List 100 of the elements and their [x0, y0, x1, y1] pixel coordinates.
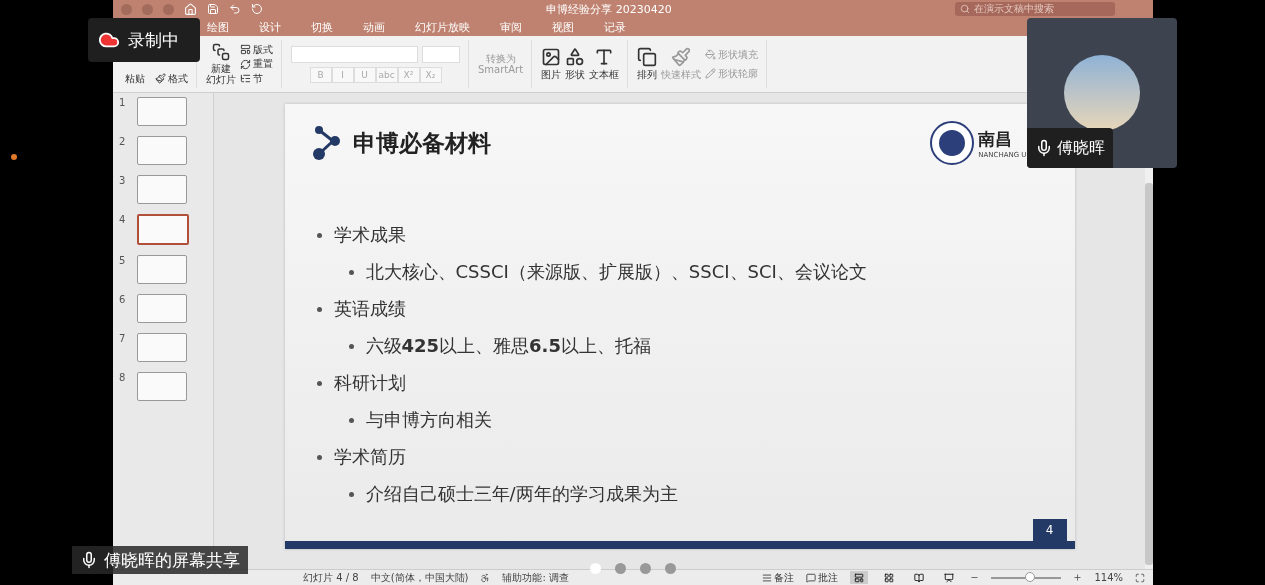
- font-name-field[interactable]: [291, 45, 418, 63]
- recording-label: 录制中: [128, 28, 179, 52]
- slide-number: 3: [119, 175, 127, 186]
- bullet-icon: [348, 491, 354, 497]
- minimize-window-button[interactable]: [142, 3, 153, 15]
- layout-button[interactable]: 版式: [240, 43, 273, 56]
- ribbon-tab[interactable]: 动画: [361, 19, 387, 35]
- comment-icon: [806, 572, 817, 583]
- smartart-button[interactable]: 转换为 SmartArt: [478, 52, 524, 76]
- quick-styles-button[interactable]: 快速样式: [661, 47, 702, 81]
- logo-text: 南昌: [978, 127, 1014, 151]
- paint-bucket-icon: [705, 48, 717, 60]
- fit-window-icon[interactable]: [1135, 572, 1145, 583]
- format-painter-button[interactable]: 格式: [155, 72, 188, 84]
- slide-thumbnail[interactable]: [137, 333, 187, 362]
- textbox-button[interactable]: 文本框: [589, 47, 620, 81]
- slide-thumbnail[interactable]: [137, 175, 187, 204]
- maximize-window-button[interactable]: [163, 3, 174, 15]
- shapes-icon: [565, 47, 586, 68]
- search-field[interactable]: 在演示文稿中搜索: [955, 2, 1115, 16]
- section-button[interactable]: 节: [240, 72, 273, 85]
- accessibility-icon: [480, 572, 491, 583]
- participant-name: 傅晓晖: [1057, 137, 1105, 159]
- ribbon-tab[interactable]: 记录: [602, 19, 628, 35]
- brush-icon: [155, 72, 166, 84]
- page-dot[interactable]: [640, 563, 651, 574]
- undo-icon[interactable]: [229, 3, 241, 15]
- scrollbar-thumb[interactable]: [1145, 183, 1153, 565]
- bullet-icon: [316, 306, 322, 312]
- slide-title: 申博必备材料: [352, 128, 492, 158]
- slide-thumbnail[interactable]: [137, 136, 187, 165]
- notes-icon: [762, 572, 773, 583]
- comments-button[interactable]: 批注: [806, 571, 839, 584]
- page-dot[interactable]: [665, 563, 676, 574]
- picture-button[interactable]: 图片: [541, 47, 562, 81]
- shape-fill-button[interactable]: 形状填充: [705, 48, 759, 60]
- zoom-in-icon[interactable]: [1073, 573, 1083, 582]
- reset-icon: [240, 58, 251, 70]
- new-slide-button[interactable]: 新建 幻灯片: [206, 42, 236, 86]
- accessibility-label[interactable]: 辅助功能: 调查: [502, 570, 569, 585]
- paste-button[interactable]: 粘贴: [125, 72, 145, 84]
- section-icon: [240, 73, 251, 84]
- picture-icon: [541, 47, 562, 68]
- redo-icon[interactable]: [251, 3, 263, 15]
- slide-number: 1: [119, 97, 127, 108]
- slide-number: 8: [119, 372, 127, 383]
- notes-button[interactable]: 备注: [762, 571, 795, 584]
- ribbon-tab[interactable]: 设计: [257, 19, 283, 35]
- arrange-icon: [637, 47, 658, 68]
- slide-thumbnail[interactable]: [137, 255, 187, 284]
- bullet-text: 介绍自己硕士三年/两年的学习成果为主: [365, 482, 678, 506]
- save-icon[interactable]: [207, 3, 219, 15]
- bullet-text: 学术成果: [333, 223, 406, 247]
- slide-thumbnail[interactable]: [137, 97, 187, 126]
- network-icon: [310, 125, 343, 161]
- ribbon-tab[interactable]: 审阅: [498, 19, 524, 35]
- textbox-icon: [594, 47, 615, 68]
- slide-thumbnail[interactable]: [137, 294, 187, 323]
- bullet-icon: [316, 380, 322, 386]
- slide-thumbnail[interactable]: [137, 372, 187, 401]
- format-button[interactable]: I: [331, 66, 354, 83]
- home-icon[interactable]: [184, 2, 197, 16]
- font-size-field[interactable]: [422, 45, 460, 63]
- arrange-button[interactable]: 排列: [637, 47, 658, 81]
- page-dot[interactable]: [590, 563, 601, 574]
- format-button[interactable]: U: [353, 66, 376, 83]
- reset-button[interactable]: 重置: [240, 58, 273, 70]
- bullet-text: 六级425以上、雅思6.5以上、托福: [365, 334, 651, 358]
- bullet-icon: [316, 454, 322, 460]
- ribbon-tab[interactable]: 绘图: [205, 19, 231, 35]
- shapes-button[interactable]: 形状: [565, 47, 586, 81]
- brush-icon: [671, 47, 692, 68]
- bullet-text: 学术简历: [333, 445, 406, 469]
- slide-count: 幻灯片 4 / 8: [303, 570, 359, 585]
- ribbon-tab[interactable]: 视图: [550, 19, 576, 35]
- zoom-percent: 114%: [1094, 572, 1123, 583]
- window-title: 申博经验分享 20230420: [545, 1, 673, 17]
- slide-thumbnail[interactable]: [137, 214, 189, 245]
- bullet-text: 北大核心、CSSCI（来源版、扩展版）、SSCI、SCI、会议论文: [365, 260, 867, 284]
- normal-view-button[interactable]: [850, 571, 869, 584]
- ribbon-tab[interactable]: 幻灯片放映: [413, 19, 472, 35]
- pencil-icon: [705, 68, 717, 80]
- bullet-icon: [348, 269, 354, 275]
- layout-icon: [240, 44, 251, 55]
- format-button[interactable]: abc: [375, 66, 398, 83]
- microphone-icon: [1035, 139, 1053, 157]
- format-button[interactable]: B: [309, 66, 332, 83]
- bullet-text: 与申博方向相关: [365, 408, 492, 432]
- shape-outline-button[interactable]: 形状轮廓: [705, 68, 759, 80]
- format-button[interactable]: X₂: [419, 66, 442, 83]
- bullet-icon: [316, 232, 322, 238]
- page-dot[interactable]: [615, 563, 626, 574]
- format-button[interactable]: X²: [397, 66, 420, 83]
- bullet-icon: [348, 417, 354, 423]
- close-window-button[interactable]: [121, 3, 132, 15]
- slide-number: 5: [119, 255, 127, 266]
- zoom-thumb[interactable]: [1024, 571, 1035, 582]
- language-label: 中文(简体，中国大陆): [370, 570, 469, 585]
- ribbon-tab[interactable]: 切换: [309, 19, 335, 35]
- slide-number: 7: [119, 333, 127, 344]
